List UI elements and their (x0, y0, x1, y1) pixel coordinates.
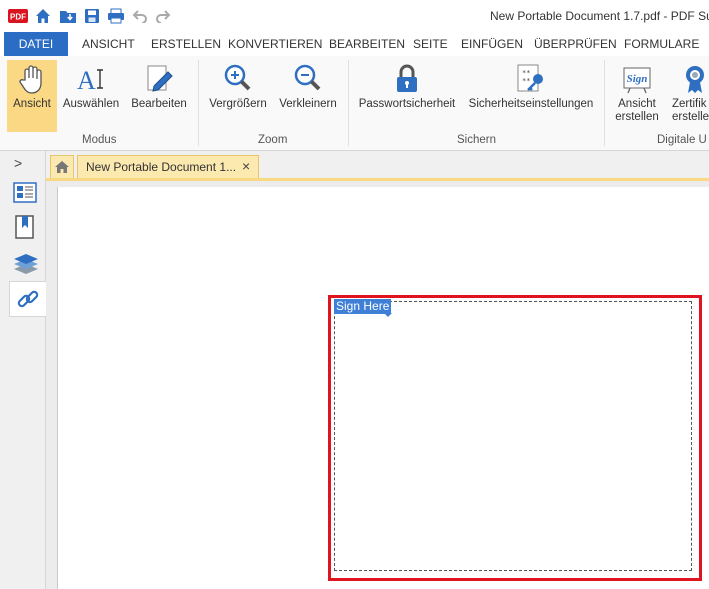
menu-einfuegen[interactable]: EINFÜGEN (461, 32, 523, 56)
select-button[interactable]: A Auswählen (59, 60, 123, 132)
menu-bar: DATEI ANSICHT ERSTELLEN KONVERTIEREN BEA… (0, 32, 709, 57)
select-text-icon: A (74, 62, 108, 96)
zoom-out-label: Verkleinern (279, 98, 337, 110)
sign-here-pointer (384, 313, 392, 317)
undo-icon[interactable] (132, 7, 148, 25)
home-icon[interactable] (35, 7, 51, 25)
layers-icon[interactable] (13, 251, 38, 275)
close-tab-icon[interactable]: × (242, 158, 250, 174)
edit-pencil-icon (142, 62, 176, 96)
document-tab[interactable]: New Portable Document 1... × (77, 155, 259, 179)
create-cert-label-line1: Zertifik (672, 98, 707, 110)
svg-text:A: A (77, 66, 96, 95)
group-modus: Modus (82, 134, 117, 146)
menu-file[interactable]: DATEI (4, 32, 68, 56)
create-certificate-button[interactable]: Zertifik erstelle (670, 60, 709, 132)
menu-ueberpruefen[interactable]: ÜBERPRÜFEN (534, 32, 617, 56)
page-thumbnails-icon[interactable] (13, 181, 37, 205)
view-mode-button[interactable]: Ansicht (7, 60, 57, 132)
links-icon (16, 287, 40, 311)
certificate-icon (678, 62, 709, 96)
ribbon: Ansicht A Auswählen Bearbeiten Modus Ver… (0, 56, 709, 151)
title-bar: PDF New Portable Document 1.7.pdf - PDF … (0, 0, 709, 32)
svg-text:PDF: PDF (10, 13, 26, 22)
security-settings-label: Sicherheitseinstellungen (468, 98, 594, 110)
sign-icon: Sign (620, 62, 654, 96)
edit-label: Bearbeiten (131, 98, 187, 110)
redo-icon[interactable] (155, 7, 171, 25)
svg-text:**: ** (522, 77, 530, 85)
padlock-icon (390, 62, 424, 96)
zoom-in-icon (221, 62, 255, 96)
home-tab[interactable] (50, 155, 74, 179)
group-separator (604, 60, 605, 146)
svg-text:**: ** (522, 69, 530, 77)
edit-button[interactable]: Bearbeiten (128, 60, 190, 132)
zoom-in-button[interactable]: Vergrößern (206, 60, 270, 132)
save-icon[interactable] (84, 7, 100, 25)
group-separator (348, 60, 349, 146)
svg-text:Sign: Sign (627, 73, 648, 85)
select-label: Auswählen (62, 98, 120, 110)
group-separator (198, 60, 199, 146)
window-title: New Portable Document 1.7.pdf - PDF Su (490, 9, 709, 23)
group-digitale-unterschrift: Digitale U (657, 134, 707, 146)
print-icon[interactable] (107, 7, 125, 25)
open-folder-icon[interactable] (59, 7, 77, 25)
create-view-label-line2: erstellen (615, 111, 659, 123)
menu-konvertieren[interactable]: KONVERTIEREN (228, 32, 322, 56)
create-view-label-line1: Ansicht (618, 98, 656, 110)
security-settings-button[interactable]: ** ** Sicherheitseinstellungen (464, 60, 598, 132)
zoom-out-icon (291, 62, 325, 96)
security-key-icon: ** ** (514, 62, 548, 96)
group-zoom: Zoom (258, 134, 288, 146)
sidebar-links-tab[interactable] (9, 281, 46, 317)
password-security-button[interactable]: Passwortsicherheit (356, 60, 458, 132)
menu-seite[interactable]: SEITE (413, 32, 448, 56)
sidebar-toggle[interactable]: > (14, 155, 22, 171)
document-tab-title: New Portable Document 1... (86, 160, 237, 174)
hand-icon (15, 62, 49, 96)
signature-field[interactable] (334, 301, 692, 571)
view-mode-label: Ansicht (13, 98, 51, 110)
zoom-out-button[interactable]: Verkleinern (276, 60, 340, 132)
menu-bearbeiten[interactable]: BEARBEITEN (329, 32, 405, 56)
create-cert-label-line2: erstelle (672, 111, 709, 123)
bookmarks-icon[interactable] (13, 215, 37, 239)
home-icon (54, 159, 70, 175)
menu-formulare[interactable]: FORMULARE (624, 32, 699, 56)
menu-ansicht[interactable]: ANSICHT (82, 32, 135, 56)
menu-erstellen[interactable]: ERSTELLEN (151, 32, 221, 56)
group-sichern: Sichern (457, 134, 496, 146)
pdf-logo-icon: PDF (8, 7, 28, 25)
create-signature-view-button[interactable]: Sign Ansicht erstellen (610, 60, 664, 132)
left-sidebar: > (0, 151, 46, 589)
zoom-in-label: Vergrößern (209, 98, 267, 110)
sign-here-label[interactable]: Sign Here (334, 299, 392, 314)
password-security-label: Passwortsicherheit (358, 98, 456, 110)
